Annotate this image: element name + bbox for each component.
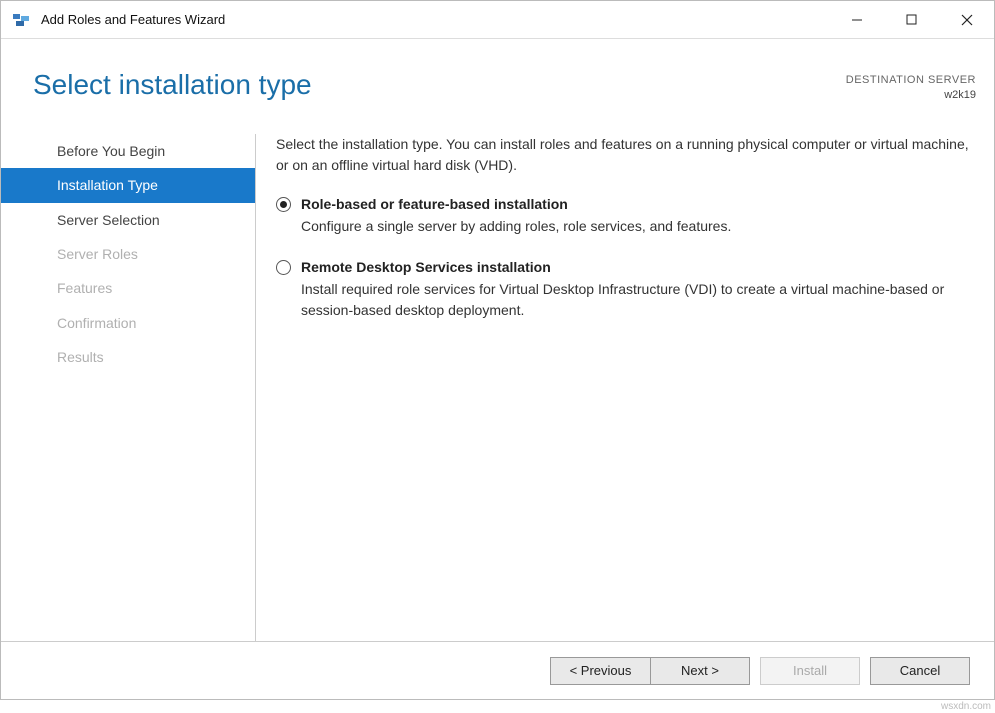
app-icon bbox=[11, 10, 31, 30]
destination-label: DESTINATION SERVER bbox=[846, 73, 976, 88]
intro-text: Select the installation type. You can in… bbox=[276, 134, 970, 176]
page-title: Select installation type bbox=[33, 69, 846, 101]
vertical-divider bbox=[255, 134, 256, 641]
radio-icon bbox=[276, 197, 291, 212]
nav-confirmation: Confirmation bbox=[1, 306, 255, 340]
destination-server: DESTINATION SERVER w2k19 bbox=[846, 69, 976, 104]
watermark: wsxdn.com bbox=[941, 701, 991, 712]
option-texts: Remote Desktop Services installation Ins… bbox=[301, 257, 970, 321]
window-controls bbox=[829, 1, 994, 39]
wizard-window: Add Roles and Features Wizard Select ins… bbox=[0, 0, 995, 700]
nav-results: Results bbox=[1, 340, 255, 374]
nav-server-roles: Server Roles bbox=[1, 237, 255, 271]
maximize-button[interactable] bbox=[884, 1, 939, 39]
destination-value: w2k19 bbox=[846, 88, 976, 103]
nav-installation-type[interactable]: Installation Type bbox=[1, 168, 255, 202]
nav-sidebar: Before You Begin Installation Type Serve… bbox=[1, 134, 255, 641]
titlebar: Add Roles and Features Wizard bbox=[1, 1, 994, 39]
option-desc: Install required role services for Virtu… bbox=[301, 279, 970, 321]
close-button[interactable] bbox=[939, 1, 994, 39]
option-remote-desktop[interactable]: Remote Desktop Services installation Ins… bbox=[276, 257, 970, 321]
next-button[interactable]: Next > bbox=[650, 657, 750, 685]
wizard-body: Select installation type DESTINATION SER… bbox=[1, 39, 994, 699]
radio-icon bbox=[276, 260, 291, 275]
option-label: Remote Desktop Services installation bbox=[301, 257, 970, 278]
nav-features: Features bbox=[1, 271, 255, 305]
option-role-based[interactable]: Role-based or feature-based installation… bbox=[276, 194, 970, 237]
option-label: Role-based or feature-based installation bbox=[301, 194, 970, 215]
option-desc: Configure a single server by adding role… bbox=[301, 216, 970, 237]
content-row: Before You Begin Installation Type Serve… bbox=[1, 124, 994, 641]
header-row: Select installation type DESTINATION SER… bbox=[1, 39, 994, 124]
minimize-button[interactable] bbox=[829, 1, 884, 39]
nav-button-pair: < Previous Next > bbox=[550, 657, 750, 685]
cancel-button[interactable]: Cancel bbox=[870, 657, 970, 685]
install-button: Install bbox=[760, 657, 860, 685]
window-title: Add Roles and Features Wizard bbox=[41, 12, 829, 27]
main-content: Select the installation type. You can in… bbox=[276, 134, 976, 641]
button-bar: < Previous Next > Install Cancel bbox=[1, 641, 994, 699]
option-texts: Role-based or feature-based installation… bbox=[301, 194, 970, 237]
installation-type-group: Role-based or feature-based installation… bbox=[276, 194, 970, 321]
nav-before-you-begin[interactable]: Before You Begin bbox=[1, 134, 255, 168]
previous-button[interactable]: < Previous bbox=[550, 657, 650, 685]
nav-server-selection[interactable]: Server Selection bbox=[1, 203, 255, 237]
